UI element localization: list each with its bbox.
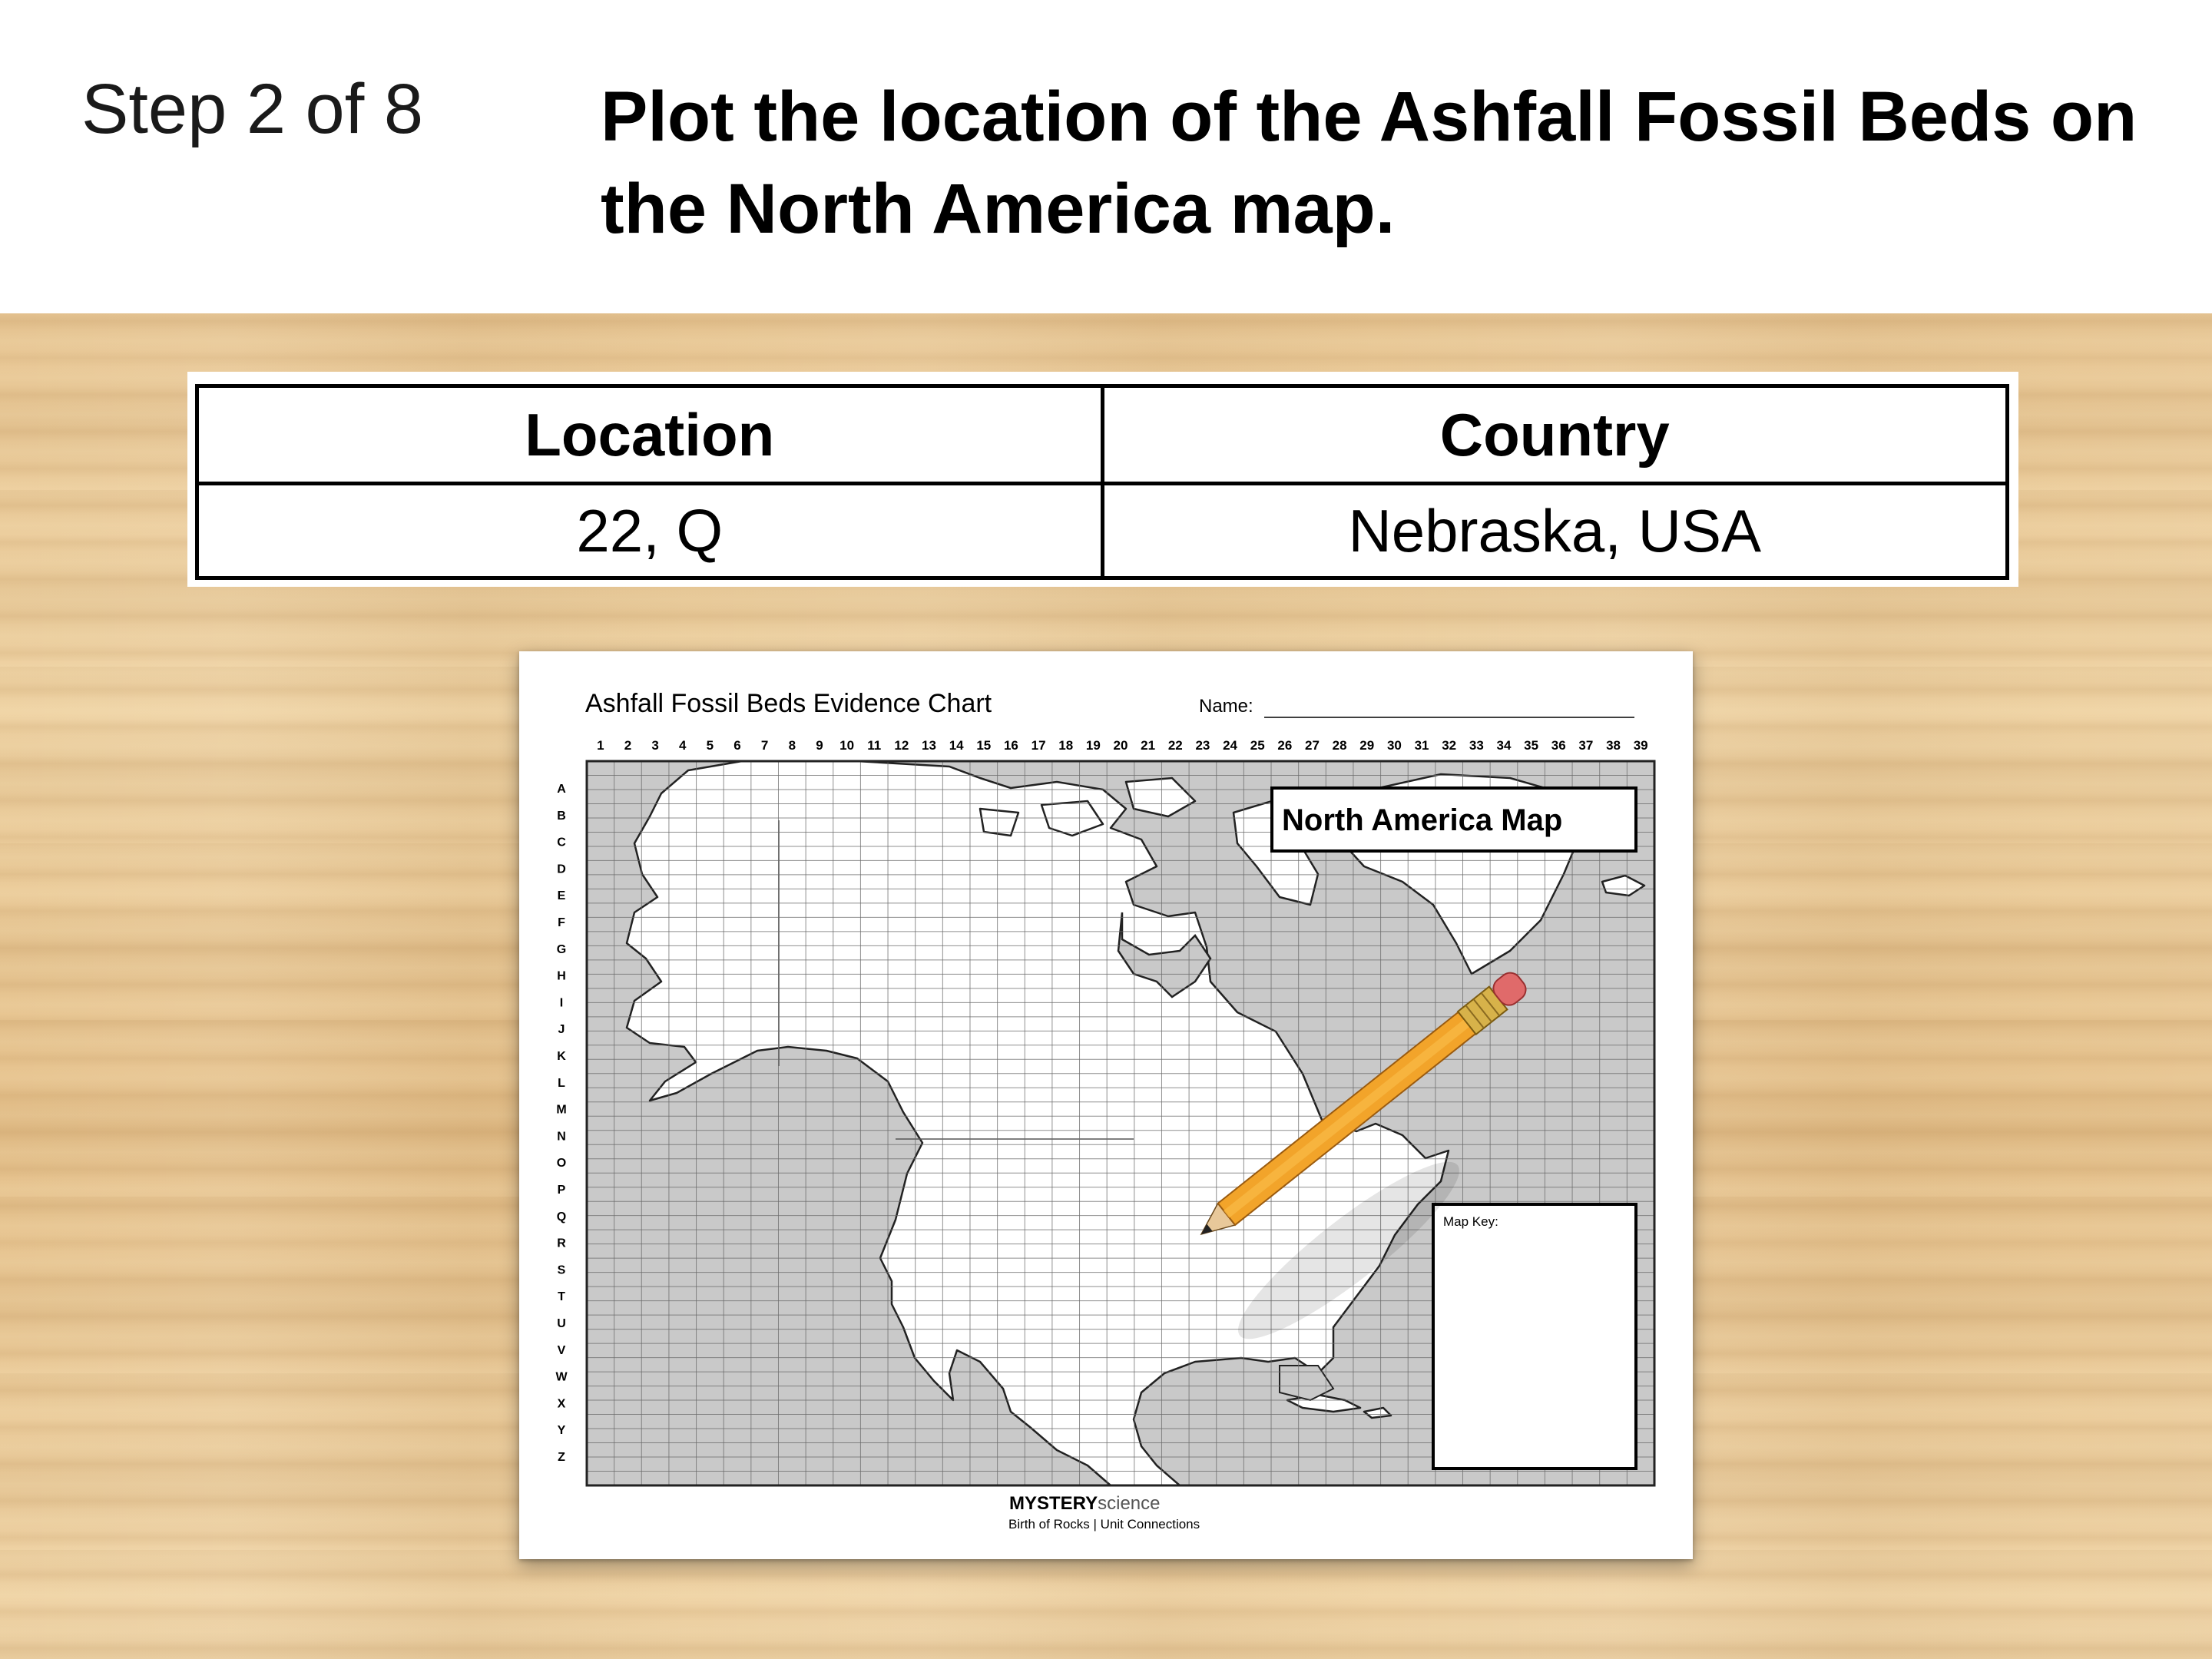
column-label: 32	[1442, 738, 1456, 753]
row-label: G	[557, 943, 566, 956]
cell-country: Nebraska, USA	[1100, 482, 2009, 580]
row-label: A	[557, 783, 566, 796]
column-label: 10	[839, 738, 854, 753]
row-label: B	[557, 810, 566, 823]
worksheet-title: Ashfall Fossil Beds Evidence Chart	[585, 689, 992, 718]
column-label: 26	[1277, 738, 1292, 753]
worksheet: Ashfall Fossil Beds Evidence Chart Name:…	[519, 651, 1693, 1559]
footer-brand-light: science	[1098, 1493, 1160, 1514]
row-label: W	[555, 1371, 568, 1384]
column-label: 9	[816, 738, 823, 753]
column-label: 2	[624, 738, 631, 753]
slide-header: Step 2 of 8 Plot the location of the Ash…	[0, 0, 2212, 313]
map-label: North America Map	[1282, 803, 1562, 837]
column-label: 39	[1634, 738, 1648, 753]
location-table-card: Location Country 22, Q Nebraska, USA	[187, 372, 2018, 587]
location-table: Location Country 22, Q Nebraska, USA	[195, 384, 2009, 580]
column-label: 31	[1415, 738, 1429, 753]
map-key-label: Map Key:	[1443, 1214, 1498, 1229]
column-label: 35	[1524, 738, 1538, 753]
column-label: 18	[1058, 738, 1073, 753]
cell-location: 22, Q	[195, 482, 1104, 580]
column-label: 15	[976, 738, 991, 753]
row-label: D	[557, 863, 566, 876]
column-label: 37	[1578, 738, 1593, 753]
column-label: 12	[894, 738, 909, 753]
column-label: 6	[733, 738, 740, 753]
worksheet-canvas: Ashfall Fossil Beds Evidence Chart Name:…	[555, 689, 1656, 1532]
column-label: 24	[1223, 738, 1237, 753]
row-label: T	[558, 1290, 565, 1303]
column-labels: 1 2 3 4 5 6 7 8 9 10 11 12 13 14 15 16 17 18 19 20 21 22 23 24 2…	[597, 738, 1648, 753]
column-label: 19	[1086, 738, 1101, 753]
table-header-row: Location Country	[195, 384, 2009, 485]
row-label: H	[557, 970, 566, 983]
column-label: 38	[1606, 738, 1621, 753]
row-label: P	[558, 1184, 566, 1197]
step-indicator: Step 2 of 8	[81, 70, 423, 148]
column-label: 33	[1469, 738, 1484, 753]
map-area: North America Map Map Key:	[585, 760, 1656, 1487]
column-label: 29	[1359, 738, 1374, 753]
row-label: I	[560, 996, 563, 1009]
column-label: 23	[1195, 738, 1210, 753]
row-label: Y	[558, 1424, 566, 1437]
row-label: F	[558, 916, 565, 929]
row-label: U	[557, 1317, 566, 1330]
column-label: 36	[1551, 738, 1566, 753]
column-label: 22	[1168, 738, 1183, 753]
row-label: S	[558, 1263, 566, 1277]
column-label: 5	[707, 738, 714, 753]
row-label: C	[557, 836, 566, 849]
column-label: 20	[1114, 738, 1128, 753]
column-header-location: Location	[195, 384, 1104, 485]
row-label: Z	[558, 1451, 565, 1464]
column-label: 28	[1333, 738, 1347, 753]
footer-brand-bold: MYSTERY	[1009, 1493, 1098, 1514]
row-label: Q	[557, 1210, 566, 1224]
row-label: X	[558, 1397, 566, 1410]
row-label: V	[558, 1344, 566, 1357]
row-labels: A BC DE F G HI J K L MN O PQRST U V WX Y Z	[555, 783, 568, 1464]
column-label: 4	[679, 738, 687, 753]
row-label: R	[557, 1237, 566, 1250]
row-label: J	[558, 1023, 565, 1036]
column-label: 3	[651, 738, 658, 753]
column-label: 17	[1031, 738, 1046, 753]
column-label: 11	[867, 738, 881, 753]
column-label: 21	[1141, 738, 1155, 753]
row-label: E	[558, 889, 566, 902]
column-label: 13	[922, 738, 936, 753]
row-label: L	[558, 1077, 565, 1090]
instruction-text: Plot the location of the Ashfall Fossil …	[601, 78, 2137, 248]
map-key-box	[1432, 1203, 1637, 1470]
column-label: 7	[761, 738, 768, 753]
column-header-country: Country	[1100, 384, 2009, 485]
row-label: M	[556, 1104, 566, 1117]
column-label: 27	[1305, 738, 1320, 753]
column-label: 1	[597, 738, 604, 753]
footer-subtitle: Birth of Rocks | Unit Connections	[1008, 1517, 1200, 1532]
column-label: 25	[1250, 738, 1265, 753]
footer-brand: MYSTERYscience	[1009, 1493, 1161, 1514]
name-label: Name:	[1199, 696, 1253, 717]
row-label: O	[557, 1157, 566, 1170]
column-label: 30	[1387, 738, 1402, 753]
column-label: 34	[1497, 738, 1512, 753]
table-row: 22, Q Nebraska, USA	[195, 482, 2009, 580]
row-label: K	[557, 1050, 566, 1063]
row-label: N	[557, 1130, 566, 1143]
column-label: 16	[1004, 738, 1018, 753]
column-label: 14	[949, 738, 964, 753]
column-label: 8	[789, 738, 796, 753]
